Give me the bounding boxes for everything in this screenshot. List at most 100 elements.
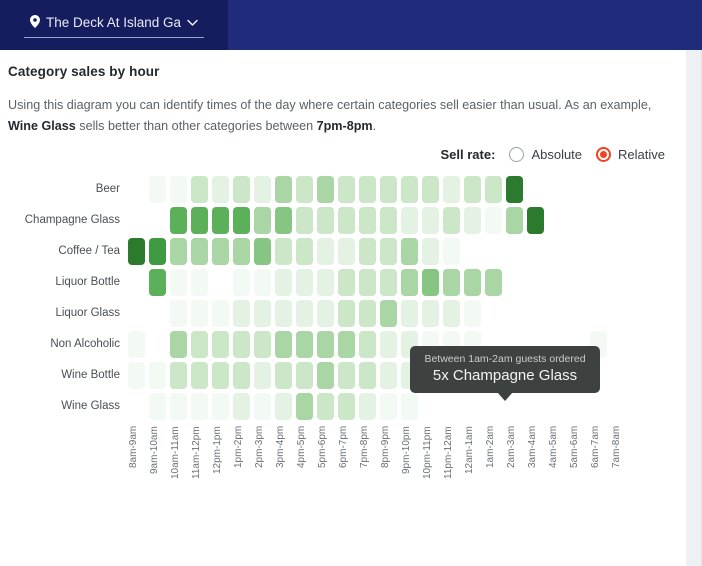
radio-relative[interactable] xyxy=(596,147,612,162)
heatmap-cell[interactable] xyxy=(254,269,271,296)
heatmap-cell[interactable] xyxy=(569,176,586,203)
heatmap-cell[interactable] xyxy=(317,238,334,265)
heatmap-cell[interactable] xyxy=(443,362,460,389)
heatmap-cell[interactable] xyxy=(212,269,229,296)
heatmap-cell[interactable] xyxy=(485,238,502,265)
radio-absolute[interactable] xyxy=(509,147,525,162)
heatmap-cell[interactable] xyxy=(590,331,607,358)
heatmap-cell[interactable] xyxy=(569,300,586,327)
heatmap-cell[interactable] xyxy=(275,176,292,203)
heatmap-cell[interactable] xyxy=(212,331,229,358)
heatmap-cell[interactable] xyxy=(317,176,334,203)
heatmap-cell[interactable] xyxy=(338,269,355,296)
heatmap-cell[interactable] xyxy=(443,331,460,358)
heatmap-cell[interactable] xyxy=(317,207,334,234)
heatmap-cell[interactable] xyxy=(548,269,565,296)
sell-rate-option-relative[interactable]: Relative xyxy=(596,147,665,162)
heatmap-cell[interactable] xyxy=(149,393,166,420)
heatmap-cell[interactable] xyxy=(191,331,208,358)
heatmap-cell[interactable] xyxy=(296,176,313,203)
heatmap-cell[interactable] xyxy=(254,393,271,420)
heatmap-cell[interactable] xyxy=(485,176,502,203)
heatmap-cell[interactable] xyxy=(317,331,334,358)
heatmap-cell[interactable] xyxy=(317,300,334,327)
heatmap-cell[interactable] xyxy=(275,331,292,358)
heatmap-cell[interactable] xyxy=(443,238,460,265)
heatmap-cell[interactable] xyxy=(527,238,544,265)
chevron-down-icon[interactable] xyxy=(187,15,198,30)
heatmap-cell[interactable] xyxy=(191,393,208,420)
heatmap-cell[interactable] xyxy=(380,362,397,389)
heatmap-cell[interactable] xyxy=(233,393,250,420)
heatmap-cell[interactable] xyxy=(212,300,229,327)
heatmap-cell[interactable] xyxy=(275,207,292,234)
heatmap-cell[interactable] xyxy=(464,393,481,420)
heatmap-cell[interactable] xyxy=(128,300,145,327)
heatmap-cell[interactable] xyxy=(149,238,166,265)
heatmap-cell[interactable] xyxy=(548,331,565,358)
heatmap-cell[interactable] xyxy=(380,393,397,420)
heatmap-cell[interactable] xyxy=(380,207,397,234)
heatmap-cell[interactable] xyxy=(380,238,397,265)
heatmap-cell[interactable] xyxy=(548,238,565,265)
heatmap-cell[interactable] xyxy=(506,393,523,420)
heatmap-cell[interactable] xyxy=(464,269,481,296)
heatmap-cell[interactable] xyxy=(485,207,502,234)
heatmap-cell[interactable] xyxy=(422,393,439,420)
heatmap-cell[interactable] xyxy=(611,300,628,327)
heatmap-cell[interactable] xyxy=(590,176,607,203)
heatmap-cell[interactable] xyxy=(485,362,502,389)
heatmap-cell[interactable] xyxy=(296,207,313,234)
heatmap-cell[interactable] xyxy=(569,362,586,389)
heatmap-cell[interactable] xyxy=(464,331,481,358)
heatmap-cell[interactable] xyxy=(611,331,628,358)
heatmap-cell[interactable] xyxy=(506,269,523,296)
heatmap-cell[interactable] xyxy=(464,300,481,327)
heatmap-cell[interactable] xyxy=(359,269,376,296)
heatmap-cell[interactable] xyxy=(170,207,187,234)
heatmap-cell[interactable] xyxy=(590,207,607,234)
heatmap-cell[interactable] xyxy=(254,331,271,358)
heatmap-cell[interactable] xyxy=(527,176,544,203)
heatmap-cell[interactable] xyxy=(233,238,250,265)
heatmap-cell[interactable] xyxy=(485,393,502,420)
heatmap-cell[interactable] xyxy=(485,269,502,296)
heatmap-cell[interactable] xyxy=(275,269,292,296)
heatmap-cell[interactable] xyxy=(212,362,229,389)
heatmap-cell[interactable] xyxy=(527,207,544,234)
heatmap-cell[interactable] xyxy=(212,176,229,203)
heatmap-cell[interactable] xyxy=(548,176,565,203)
heatmap-cell[interactable] xyxy=(170,362,187,389)
heatmap-cell[interactable] xyxy=(170,300,187,327)
heatmap-cell[interactable] xyxy=(275,362,292,389)
heatmap-cell[interactable] xyxy=(128,176,145,203)
heatmap-cell[interactable] xyxy=(233,176,250,203)
heatmap-cell[interactable] xyxy=(296,238,313,265)
heatmap-cell[interactable] xyxy=(506,362,523,389)
heatmap-cell[interactable] xyxy=(338,238,355,265)
heatmap-cell[interactable] xyxy=(527,300,544,327)
heatmap-cell[interactable] xyxy=(527,331,544,358)
heatmap-cell[interactable] xyxy=(401,393,418,420)
heatmap-cell[interactable] xyxy=(422,331,439,358)
heatmap-cell[interactable] xyxy=(254,207,271,234)
heatmap-cell[interactable] xyxy=(149,300,166,327)
heatmap-cell[interactable] xyxy=(338,393,355,420)
heatmap-cell[interactable] xyxy=(296,269,313,296)
heatmap-cell[interactable] xyxy=(254,176,271,203)
heatmap-cell[interactable] xyxy=(254,300,271,327)
heatmap-cell[interactable] xyxy=(191,269,208,296)
heatmap-cell[interactable] xyxy=(275,238,292,265)
heatmap-cell[interactable] xyxy=(359,207,376,234)
heatmap-cell[interactable] xyxy=(338,207,355,234)
heatmap-cell[interactable] xyxy=(401,300,418,327)
heatmap-cell[interactable] xyxy=(401,269,418,296)
heatmap-cell[interactable] xyxy=(401,176,418,203)
heatmap-cell[interactable] xyxy=(359,362,376,389)
heatmap-cell[interactable] xyxy=(611,176,628,203)
heatmap-cell[interactable] xyxy=(317,269,334,296)
heatmap-cell[interactable] xyxy=(149,362,166,389)
heatmap-cell[interactable] xyxy=(170,176,187,203)
heatmap-cell[interactable] xyxy=(569,238,586,265)
heatmap-cell[interactable] xyxy=(548,393,565,420)
